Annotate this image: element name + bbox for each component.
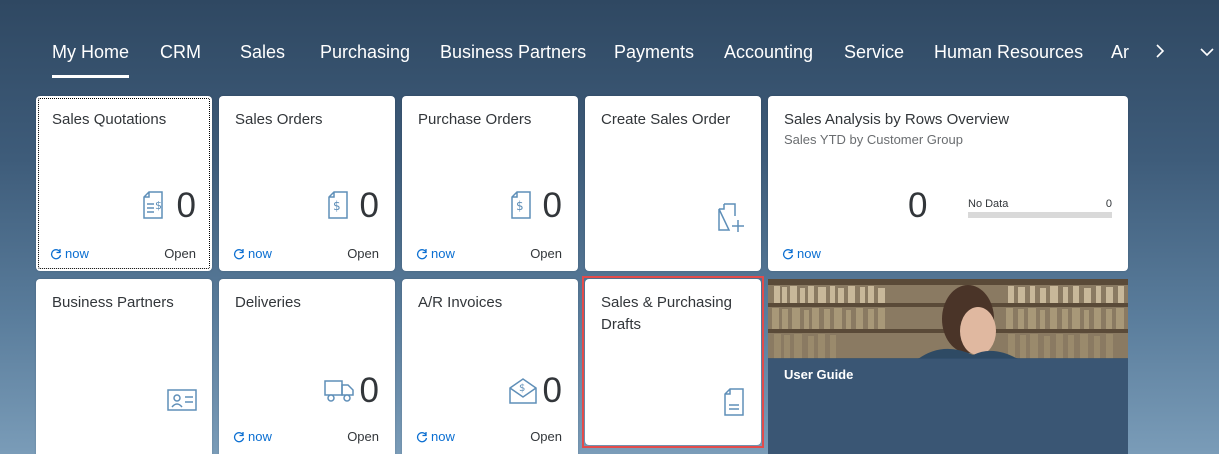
tile-title: Sales & Purchasing Drafts [601, 294, 732, 333]
tile-subtitle: Sales YTD by Customer Group [784, 132, 963, 147]
envelope-dollar-icon: $ [508, 375, 538, 405]
document-text-icon [723, 387, 745, 417]
nav-sales[interactable]: Sales [240, 42, 285, 63]
tile-count: 0 [542, 371, 562, 410]
tile-title: Business Partners [52, 294, 174, 311]
tile-title: A/R Invoices [418, 294, 503, 311]
tile-title: Purchase Orders [418, 111, 532, 128]
refresh-icon [416, 431, 428, 442]
tile-title: Create Sales Order [601, 111, 731, 128]
bar-value: 0 [1105, 198, 1112, 210]
document-dollar-icon: $ [510, 190, 532, 220]
nav-service[interactable]: Service [844, 42, 904, 63]
nav-crm[interactable]: CRM [160, 42, 201, 63]
nav-business-partners[interactable]: Business Partners [440, 42, 586, 63]
nav-purchasing[interactable]: Purchasing [320, 42, 410, 63]
tile-status: Open [347, 246, 379, 261]
tile-count: 0 [359, 371, 379, 410]
refresh-status[interactable]: now [416, 429, 455, 444]
tile-title: Sales Quotations [52, 111, 167, 128]
tile-status: Open [530, 246, 562, 261]
refresh-status[interactable]: now [233, 429, 272, 444]
document-dollar-icon: $ [327, 190, 349, 220]
refresh-icon [233, 431, 245, 442]
tile-create-sales-order[interactable]: Create Sales Order [585, 96, 761, 271]
refresh-status[interactable]: now [416, 246, 455, 261]
tile-count: 0 [359, 186, 379, 225]
tile-purchase-orders[interactable]: Purchase Orders $ 0 now Open [402, 96, 578, 271]
tile-count: 0 [542, 186, 562, 225]
chevron-down-icon[interactable] [1200, 47, 1214, 57]
refresh-status[interactable]: now [782, 246, 821, 261]
svg-text:$: $ [333, 199, 341, 213]
tile-business-partners[interactable]: Business Partners [36, 279, 212, 454]
tile-deliveries[interactable]: Deliveries 0 now Open [219, 279, 395, 454]
id-card-icon [167, 389, 197, 411]
bookshelf-image [768, 279, 1128, 359]
tile-title: User Guide [784, 367, 854, 382]
top-navigation: My Home CRM Sales Purchasing Business Pa… [0, 0, 1219, 90]
bar-track [968, 212, 1112, 218]
tile-status: Open [347, 429, 379, 444]
refresh-icon [233, 248, 245, 259]
nav-accounting[interactable]: Accounting [724, 42, 813, 63]
tile-sales-analysis[interactable]: Sales Analysis by Rows Overview Sales YT… [768, 96, 1128, 271]
document-dollar-list-icon: $ [142, 190, 168, 220]
svg-text:$: $ [516, 199, 524, 213]
tile-sales-quotations[interactable]: Sales Quotations $ 0 now Open [36, 96, 212, 271]
truck-icon [324, 377, 354, 403]
tile-status: Open [164, 246, 196, 261]
document-add-icon [717, 202, 747, 234]
tile-ar-invoices[interactable]: A/R Invoices $ 0 now Open [402, 279, 578, 454]
bar-label: No Data [968, 198, 1009, 210]
nav-overflow-item[interactable]: Ar [1111, 42, 1129, 70]
svg-text:$: $ [519, 383, 525, 394]
refresh-icon [782, 248, 794, 259]
tile-user-guide[interactable]: User Guide [768, 279, 1128, 454]
tile-title: Sales Analysis by Rows Overview [784, 111, 1010, 128]
tile-title: Deliveries [235, 294, 301, 311]
chevron-right-icon[interactable] [1155, 44, 1165, 58]
nav-human-resources[interactable]: Human Resources [934, 42, 1083, 63]
nav-my-home[interactable]: My Home [52, 42, 130, 78]
tile-title: Sales Orders [235, 111, 323, 128]
refresh-icon [416, 248, 428, 259]
svg-text:$: $ [155, 199, 162, 212]
tile-count: 0 [176, 186, 196, 225]
tile-count: 0 [908, 186, 928, 225]
refresh-status[interactable]: now [50, 246, 89, 261]
tile-sales-orders[interactable]: Sales Orders $ 0 now Open [219, 96, 395, 271]
tile-sales-purchasing-drafts[interactable]: Sales & Purchasing Drafts [585, 279, 761, 445]
nav-payments[interactable]: Payments [614, 42, 694, 63]
refresh-status[interactable]: now [233, 246, 272, 261]
tile-status: Open [530, 429, 562, 444]
refresh-icon [50, 248, 62, 259]
